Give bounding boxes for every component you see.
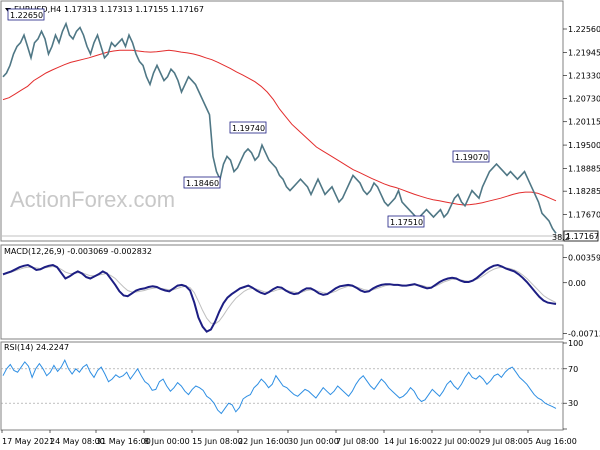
time-tick-label: 14 Jul 16:00 [384, 437, 432, 446]
time-tick-label: 30 Jun 00:00 [288, 437, 339, 446]
svg-text:1.19740: 1.19740 [232, 124, 265, 133]
rsi-series [1, 359, 563, 415]
annotation-label: 1.19070 [452, 150, 490, 163]
macd-signal-path [2, 265, 557, 325]
rsi-tick-label: 30 [568, 399, 578, 408]
svg-text:1.19070: 1.19070 [455, 153, 488, 162]
svg-text:1.18460: 1.18460 [186, 179, 219, 188]
time-tick-label: 31 May 16:00 [96, 437, 151, 446]
rsi-label: RSI(14) 24.2247 [4, 343, 69, 352]
ma-path [2, 49, 557, 206]
macd-axis: 0.003591 0.00 -0.007137 [563, 253, 600, 338]
annotation-label: 1.17510 [387, 215, 425, 228]
macd-tick-label: 0.00 [568, 279, 586, 288]
rsi-axis: 100 70 30 [563, 339, 583, 430]
svg-text:1.17510: 1.17510 [390, 218, 423, 227]
rsi-tick-label: 70 [568, 365, 578, 374]
annotation-label: 1.18460 [183, 176, 221, 189]
time-tick-label: 15 Jun 08:00 [192, 437, 243, 446]
fib-label: 38.2 [552, 233, 570, 242]
chart-canvas[interactable]: ActionForex.com EURUSD,H4 1.17313 1.1731… [0, 0, 600, 450]
time-axis: 17 May 202124 May 08:0031 May 16:008 Jun… [1, 430, 577, 446]
macd-label: MACD(12,26,9) -0.003069 -0.002832 [4, 247, 152, 256]
rsi-path [2, 359, 557, 415]
svg-text:1.22650: 1.22650 [10, 11, 43, 20]
watermark-text: ActionForex.com [10, 187, 175, 212]
moving-average-line [2, 49, 557, 206]
price-tick-label: 1.21945 [568, 48, 600, 57]
macd-panel-frame [0, 244, 564, 340]
price-tick-label: 1.18885 [568, 164, 600, 173]
price-tick-label: 1.17670 [568, 210, 600, 219]
annotation-label: 1.19740 [229, 121, 267, 134]
macd-series [2, 263, 557, 333]
rsi-panel-frame [0, 341, 564, 431]
current-price-label: 1.17167 [566, 232, 599, 241]
time-tick-label: 22 Jul 00:00 [432, 437, 480, 446]
time-tick-label: 7 Jul 08:00 [336, 437, 379, 446]
price-tick-label: 1.22560 [568, 25, 600, 34]
price-tick-label: 1.20730 [568, 94, 600, 103]
annotation-label: 1.22650 [7, 8, 45, 21]
macd-main-path [2, 263, 557, 333]
price-axis: 1.22560 1.21945 1.21330 1.20730 1.20115 1.195… [563, 25, 600, 219]
price-tick-label: 1.18285 [568, 187, 600, 196]
ohlc-label: 1.17313 1.17313 1.17155 1.17167 [64, 5, 204, 14]
macd-tick-label: -0.007137 [568, 329, 600, 338]
rsi-tick-label: 100 [568, 339, 583, 348]
time-tick-label: 17 May 2021 [2, 437, 54, 446]
time-tick-label: 5 Aug 16:00 [528, 437, 577, 446]
price-tick-label: 1.20115 [568, 118, 600, 127]
price-tick-label: 1.21330 [568, 72, 600, 81]
time-tick-label: 29 Jul 08:00 [480, 437, 528, 446]
time-tick-label: 22 Jun 16:00 [238, 437, 289, 446]
macd-tick-label: 0.003591 [568, 253, 600, 262]
price-tick-label: 1.19500 [568, 141, 600, 150]
time-tick-label: 8 Jun 00:00 [144, 437, 190, 446]
